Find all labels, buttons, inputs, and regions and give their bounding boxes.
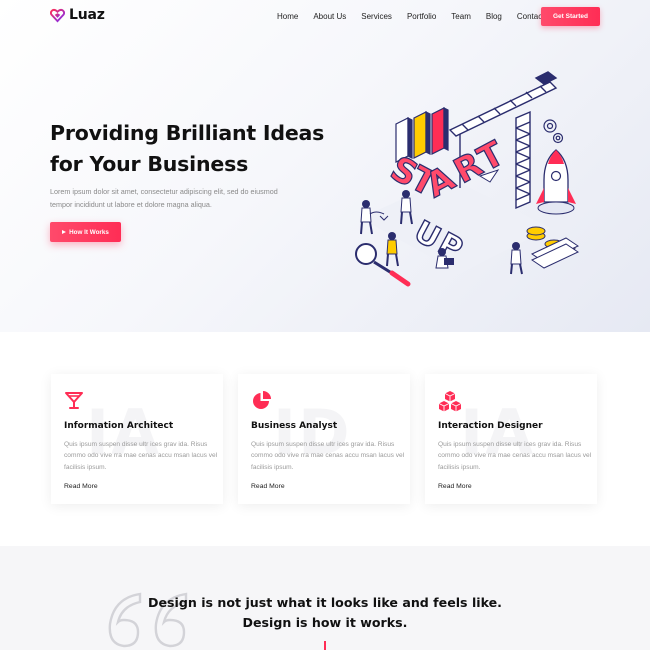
hero-description: Lorem ipsum dolor sit amet, consectetur … — [50, 187, 278, 209]
landing-page: Luaz Home About Us Services Portfolio Te… — [0, 0, 650, 650]
nav-item-home[interactable]: Home — [277, 12, 298, 21]
nav-item-blog[interactable]: Blog — [486, 12, 502, 21]
brand-name: Luaz — [69, 7, 105, 23]
nav-item-portfolio[interactable]: Portfolio — [407, 12, 436, 21]
card-title: Interaction Designer — [438, 421, 543, 431]
hero-title-line-2: for Your Business — [50, 152, 249, 176]
read-more-link[interactable]: Read More — [438, 483, 472, 490]
how-it-works-button[interactable]: How It Works — [50, 222, 121, 242]
quote-line-1: Design is not just what it looks like an… — [148, 595, 502, 610]
magnifier-icon — [355, 243, 411, 287]
card-title: Information Architect — [64, 421, 174, 431]
how-it-works-label: How It Works — [69, 228, 109, 236]
cubes-icon — [438, 391, 462, 412]
read-more-link[interactable]: Read More — [251, 483, 285, 490]
startup-isometric-illustration: S T A R T U P — [355, 71, 580, 287]
card-title: Business Analyst — [251, 421, 338, 431]
coins-graphic — [526, 226, 580, 269]
top-navbar: Luaz Home About Us Services Portfolio Te… — [0, 0, 650, 34]
play-icon — [62, 230, 67, 234]
nav-item-about[interactable]: About Us — [313, 12, 346, 21]
brand-logo[interactable]: Luaz — [50, 7, 105, 23]
hero-title-line-1: Providing Brilliant Ideas — [50, 121, 325, 145]
card-description: Quis ipsum suspen disse ultr ices grav i… — [438, 441, 592, 471]
quote-text: Design is not just what it looks like an… — [0, 593, 650, 633]
card-description: Quis ipsum suspen disse ultr ices grav i… — [251, 441, 405, 471]
read-more-link[interactable]: Read More — [64, 483, 98, 490]
pie-chart-icon — [253, 391, 271, 409]
feature-card-business-analyst: ID Business Analyst Quis ipsum suspen di… — [238, 374, 410, 504]
quote-accent-bar — [324, 641, 326, 650]
rocket-graphic — [536, 149, 576, 215]
card-description: Quis ipsum suspen disse ultr ices grav i… — [64, 441, 218, 471]
cocktail-glass-icon — [65, 392, 83, 409]
gear-icon — [543, 119, 564, 144]
feature-card-interaction-designer: IA Interaction Designer Quis ipsum suspe… — [425, 374, 597, 504]
main-menu: Home About Us Services Portfolio Team Bl… — [277, 0, 571, 32]
feature-card-information-architect: IA Information Architect Quis ipsum susp… — [51, 374, 223, 504]
heart-gem-icon — [50, 8, 65, 23]
nav-item-services[interactable]: Services — [361, 12, 392, 21]
nav-item-team[interactable]: Team — [451, 12, 471, 21]
get-started-button[interactable]: Get Started — [541, 7, 600, 26]
hero-title: Providing Brilliant Ideas for Your Busin… — [50, 118, 350, 180]
quote-line-2: Design is how it works. — [242, 615, 408, 630]
